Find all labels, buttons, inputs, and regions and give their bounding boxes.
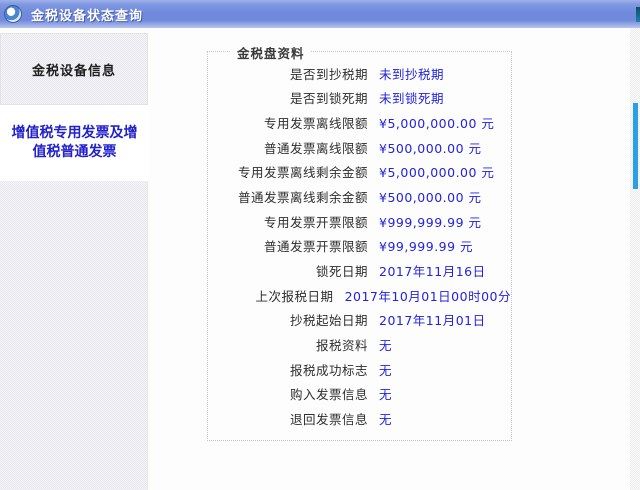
field-label: 普通发票开票限额 [263,239,368,255]
field-value: ¥5,000,000.00 元 [379,165,495,181]
field-label: 专用发票离线剩余金额 [237,165,368,181]
field-row-special-invoice-limit: 专用发票开票限额 ¥999,999.99 元 [208,209,511,234]
field-value: 未到锁死期 [379,91,445,107]
title-bar: 金税设备状态查询 [0,0,640,28]
field-value: 无 [379,387,393,403]
field-label: 报税资料 [315,337,368,353]
field-rows: 是否到抄税期 未到抄税期 是否到锁死期 未到锁死期 专用发票离线限额 ¥5,00… [208,52,511,431]
field-value: 未到抄税期 [379,66,445,82]
field-value: ¥99,999.99 元 [379,239,474,255]
field-value: ¥999,999.99 元 [379,214,482,230]
field-label: 报税成功标志 [289,362,368,378]
sidebar-item-vat-invoice[interactable]: 增值税专用发票及增值税普通发票 [0,105,149,181]
field-label: 普通发票离线剩余金额 [237,190,368,206]
field-value: 2017年11月01日 [379,313,486,329]
field-label: 抄税起始日期 [289,313,368,329]
field-row-copy-tax-start-date: 抄税起始日期 2017年11月01日 [208,307,511,332]
field-label: 普通发票离线限额 [263,140,368,156]
window-edge-icon [636,7,640,22]
field-value: 2017年10月01日00时00分 [344,288,511,304]
field-value: ¥5,000,000.00 元 [379,116,495,132]
field-row-purchased-invoice-info: 购入发票信息 无 [208,381,511,406]
field-row-last-tax-filing-date: 上次报税日期 2017年10月01日00时00分 [208,283,511,308]
field-value: 无 [379,411,393,427]
field-row-tax-filing-success-flag: 报税成功标志 无 [208,357,511,382]
field-row-normal-offline-limit: 普通发票离线限额 ¥500,000.00 元 [208,135,511,160]
field-label: 退回发票信息 [289,411,368,427]
sidebar-item-label: 金税设备信息 [31,63,116,79]
sidebar-item-label: 增值税专用发票及增值税普通发票 [11,125,138,160]
sidebar-empty-panel [0,181,148,490]
sidebar-item-device-info[interactable]: 金税设备信息 [0,33,148,105]
vertical-scrollbar[interactable] [630,28,640,490]
sidebar: 金税设备信息 增值税专用发票及增值税普通发票 [0,28,149,490]
field-value: 2017年11月16日 [379,263,486,279]
groupbox-title: 金税盘资料 [231,43,311,62]
field-label: 上次报税日期 [255,288,334,304]
field-label: 专用发票离线限额 [263,116,368,132]
field-label: 锁死日期 [315,263,368,279]
field-row-copy-tax-period: 是否到抄税期 未到抄税期 [208,61,511,86]
app-window: 金税设备状态查询 金税设备信息 增值税专用发票及增值税普通发票 金税盘资料 是否… [0,0,640,490]
field-value: 无 [379,337,393,353]
field-value: 无 [379,362,393,378]
field-label: 是否到抄税期 [289,66,368,82]
field-row-tax-filing-data: 报税资料 无 [208,332,511,357]
app-logo-icon [4,5,22,23]
field-label: 是否到锁死期 [289,91,368,107]
goldtax-disk-info-groupbox: 金税盘资料 是否到抄税期 未到抄税期 是否到锁死期 未到锁死期 专用发票离线限额… [207,43,512,441]
window-title: 金税设备状态查询 [31,8,144,24]
field-row-lock-period: 是否到锁死期 未到锁死期 [208,86,511,111]
field-value: ¥500,000.00 元 [379,140,482,156]
field-row-normal-invoice-limit: 普通发票开票限额 ¥99,999.99 元 [208,233,511,258]
field-row-lock-date: 锁死日期 2017年11月16日 [208,258,511,283]
field-row-normal-offline-remaining: 普通发票离线剩余金额 ¥500,000.00 元 [208,184,511,209]
field-row-returned-invoice-info: 退回发票信息 无 [208,406,511,431]
scrollbar-thumb[interactable] [633,103,638,189]
field-row-special-offline-limit: 专用发票离线限额 ¥5,000,000.00 元 [208,110,511,135]
field-row-special-offline-remaining: 专用发票离线剩余金额 ¥5,000,000.00 元 [208,160,511,185]
field-value: ¥500,000.00 元 [379,190,482,206]
field-label: 购入发票信息 [289,387,368,403]
field-label: 专用发票开票限额 [263,214,368,230]
